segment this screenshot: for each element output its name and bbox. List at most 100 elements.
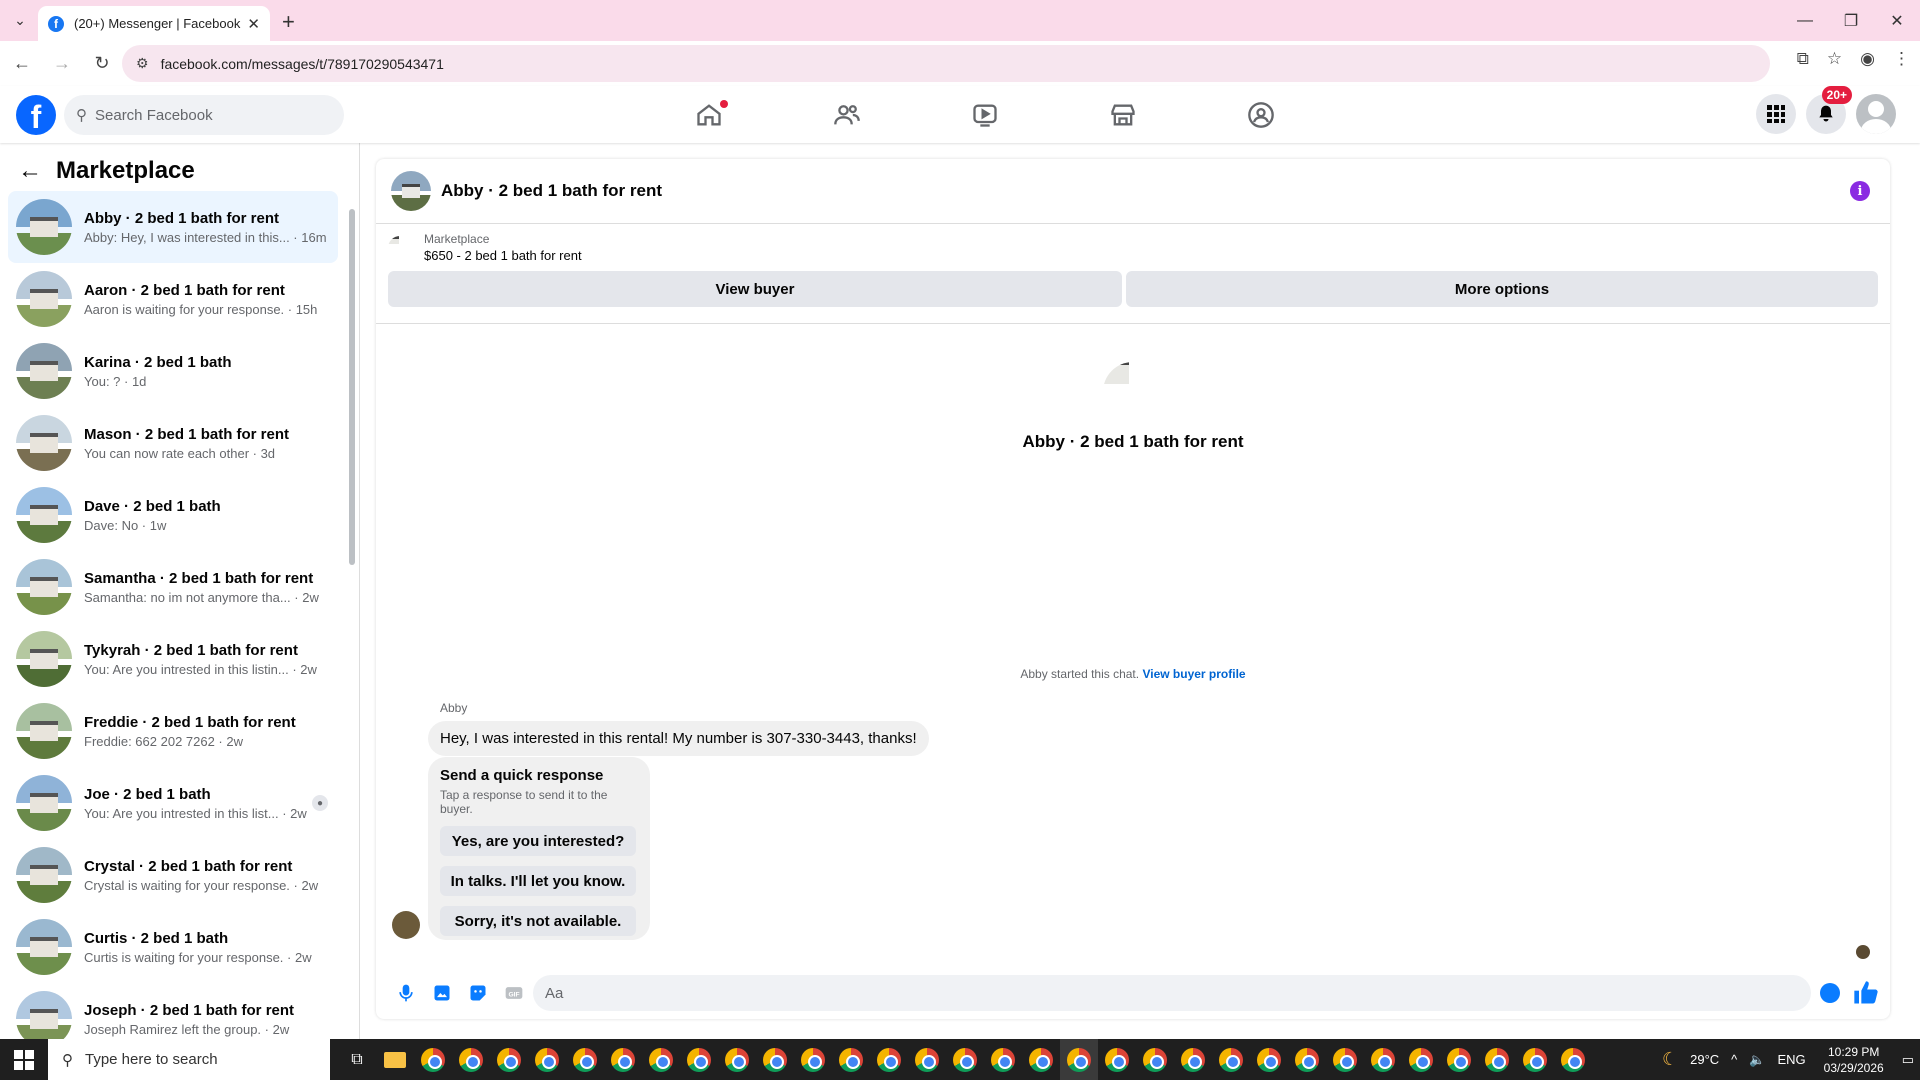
info-icon[interactable]: i [1850, 181, 1870, 201]
chrome-taskbar-icon[interactable] [604, 1039, 642, 1080]
chrome-taskbar-icon[interactable] [718, 1039, 756, 1080]
chrome-taskbar-icon[interactable] [946, 1039, 984, 1080]
attach-photo-button[interactable] [424, 975, 460, 1011]
chrome-taskbar-icon[interactable] [1022, 1039, 1060, 1080]
chrome-menu-icon[interactable]: ⋮ [1893, 49, 1910, 69]
chrome-taskbar-icon[interactable] [1174, 1039, 1212, 1080]
chrome-taskbar-icon[interactable] [1060, 1039, 1098, 1080]
chrome-taskbar-icon[interactable] [1554, 1039, 1592, 1080]
facebook-search-input[interactable]: ⚲ Search Facebook [64, 95, 344, 135]
menu-grid-button[interactable] [1756, 94, 1796, 134]
chrome-taskbar-icon[interactable] [1364, 1039, 1402, 1080]
sidebar-scrollbar[interactable] [348, 195, 356, 1025]
message-bubble[interactable]: Hey, I was interested in this rental! My… [428, 721, 929, 756]
chrome-taskbar-icon[interactable] [756, 1039, 794, 1080]
weather-moon-icon[interactable]: ☾ [1662, 1049, 1678, 1070]
chrome-taskbar-icon[interactable] [452, 1039, 490, 1080]
sticker-button[interactable] [460, 975, 496, 1011]
listing-price[interactable]: $650 - 2 bed 1 bath for rent [424, 248, 582, 263]
quick-response-in-talks[interactable]: In talks. I'll let you know. [440, 866, 636, 896]
notifications-button[interactable]: 20+ [1806, 86, 1852, 134]
chrome-taskbar-icon[interactable] [1440, 1039, 1478, 1080]
back-icon[interactable]: ← [4, 46, 40, 82]
minimize-icon[interactable]: — [1782, 0, 1828, 41]
back-arrow-icon[interactable]: ← [18, 157, 42, 185]
tray-chevron-icon[interactable]: ^ [1731, 1052, 1737, 1067]
voice-clip-button[interactable] [388, 975, 424, 1011]
thumbs-up-icon[interactable] [1852, 979, 1880, 1007]
page-scrollbar[interactable]: ▲ [1904, 86, 1920, 1039]
view-buyer-button[interactable]: View buyer [388, 271, 1122, 307]
conversation-item[interactable]: Curtis · 2 bed 1 bath Curtis is waiting f… [8, 911, 338, 983]
chrome-taskbar-icon[interactable] [1288, 1039, 1326, 1080]
profile-avatar[interactable] [1103, 362, 1163, 422]
chrome-taskbar-icon[interactable] [870, 1039, 908, 1080]
conversation-item[interactable]: Aaron · 2 bed 1 bath for rent Aaron is wa… [8, 263, 338, 335]
bookmark-star-icon[interactable]: ☆ [1827, 49, 1842, 69]
file-explorer-icon[interactable] [376, 1039, 414, 1080]
new-tab-icon[interactable]: + [282, 9, 295, 35]
chrome-taskbar-icon[interactable] [984, 1039, 1022, 1080]
nav-friends[interactable] [778, 86, 916, 143]
emoji-icon[interactable] [1820, 983, 1840, 1003]
browser-tab-messenger[interactable]: f (20+) Messenger | Facebook ✕ [38, 6, 270, 41]
chrome-taskbar-icon[interactable] [528, 1039, 566, 1080]
chrome-taskbar-icon[interactable] [908, 1039, 946, 1080]
view-buyer-profile-link[interactable]: View buyer profile [1142, 667, 1245, 681]
quick-response-yes[interactable]: Yes, are you interested? [440, 826, 636, 856]
nav-home[interactable] [640, 86, 778, 143]
conversation-item[interactable]: Crystal · 2 bed 1 bath for rent Crystal i… [8, 839, 338, 911]
conversation-item[interactable]: Freddie · 2 bed 1 bath for rent Freddie: … [8, 695, 338, 767]
listing-thumbnail[interactable] [388, 235, 412, 260]
conversation-item[interactable]: Dave · 2 bed 1 bath Dave: No · 1w [8, 479, 338, 551]
conversation-item[interactable]: Abby · 2 bed 1 bath for rent Abby: Hey, I… [8, 191, 338, 263]
tab-search-chevron-icon[interactable]: ⌄ [0, 0, 40, 41]
taskbar-search-input[interactable]: ⚲ Type here to search [48, 1039, 330, 1080]
task-view-icon[interactable]: ⧉ [338, 1039, 376, 1080]
chrome-taskbar-icon[interactable] [1478, 1039, 1516, 1080]
chrome-taskbar-icon[interactable] [566, 1039, 604, 1080]
chrome-taskbar-icon[interactable] [1326, 1039, 1364, 1080]
site-info-icon[interactable]: ⚙ [136, 55, 149, 72]
tab-close-icon[interactable]: ✕ [247, 15, 260, 33]
chrome-taskbar-icon[interactable] [832, 1039, 870, 1080]
chrome-taskbar-icon[interactable] [1402, 1039, 1440, 1080]
conversation-item[interactable]: Mason · 2 bed 1 bath for rent You can now… [8, 407, 338, 479]
account-avatar[interactable] [1856, 94, 1896, 134]
windows-start-icon[interactable] [0, 1039, 48, 1080]
chrome-taskbar-icon[interactable] [794, 1039, 832, 1080]
chrome-taskbar-icon[interactable] [1098, 1039, 1136, 1080]
chrome-taskbar-icon[interactable] [680, 1039, 718, 1080]
reload-icon[interactable]: ↻ [84, 46, 120, 82]
conversation-item[interactable]: Samantha · 2 bed 1 bath for rent Samantha… [8, 551, 338, 623]
nav-marketplace[interactable] [1054, 86, 1192, 143]
conversation-item[interactable]: Joe · 2 bed 1 bath You: Are you intrested… [8, 767, 338, 839]
message-input[interactable]: Aa [533, 975, 1811, 1011]
clock[interactable]: 10:29 PM 03/29/2026 [1824, 1044, 1884, 1076]
weather-temp[interactable]: 29°C [1690, 1052, 1719, 1067]
chrome-taskbar-icon[interactable] [1516, 1039, 1554, 1080]
chat-title[interactable]: Abby · 2 bed 1 bath for rent [441, 181, 662, 201]
forward-icon[interactable]: → [44, 46, 80, 82]
nav-groups[interactable] [1192, 86, 1330, 143]
notification-center-icon[interactable]: ▭ [1902, 1052, 1914, 1068]
volume-icon[interactable]: 🔈 [1749, 1052, 1765, 1068]
profile-icon[interactable]: ◉ [1860, 49, 1875, 69]
chrome-taskbar-icon[interactable] [642, 1039, 680, 1080]
close-window-icon[interactable]: ✕ [1874, 0, 1920, 41]
restore-icon[interactable]: ❐ [1828, 0, 1874, 41]
chrome-taskbar-icon[interactable] [1212, 1039, 1250, 1080]
address-bar[interactable]: ⚙ facebook.com/messages/t/78917029054347… [122, 45, 1770, 82]
chrome-taskbar-icon[interactable] [1136, 1039, 1174, 1080]
chrome-taskbar-icon[interactable] [1250, 1039, 1288, 1080]
sender-avatar[interactable] [392, 911, 420, 939]
chat-avatar[interactable] [391, 171, 431, 211]
language-indicator[interactable]: ENG [1777, 1052, 1805, 1067]
conversation-item[interactable]: Karina · 2 bed 1 bath You: ? · 1d [8, 335, 338, 407]
quick-response-not-available[interactable]: Sorry, it's not available. [440, 906, 636, 936]
chrome-taskbar-icon[interactable] [414, 1039, 452, 1080]
chrome-taskbar-icon[interactable] [490, 1039, 528, 1080]
nav-video[interactable] [916, 86, 1054, 143]
gif-button[interactable]: GIF [496, 975, 532, 1011]
install-app-icon[interactable]: ⧉ [1797, 49, 1809, 69]
